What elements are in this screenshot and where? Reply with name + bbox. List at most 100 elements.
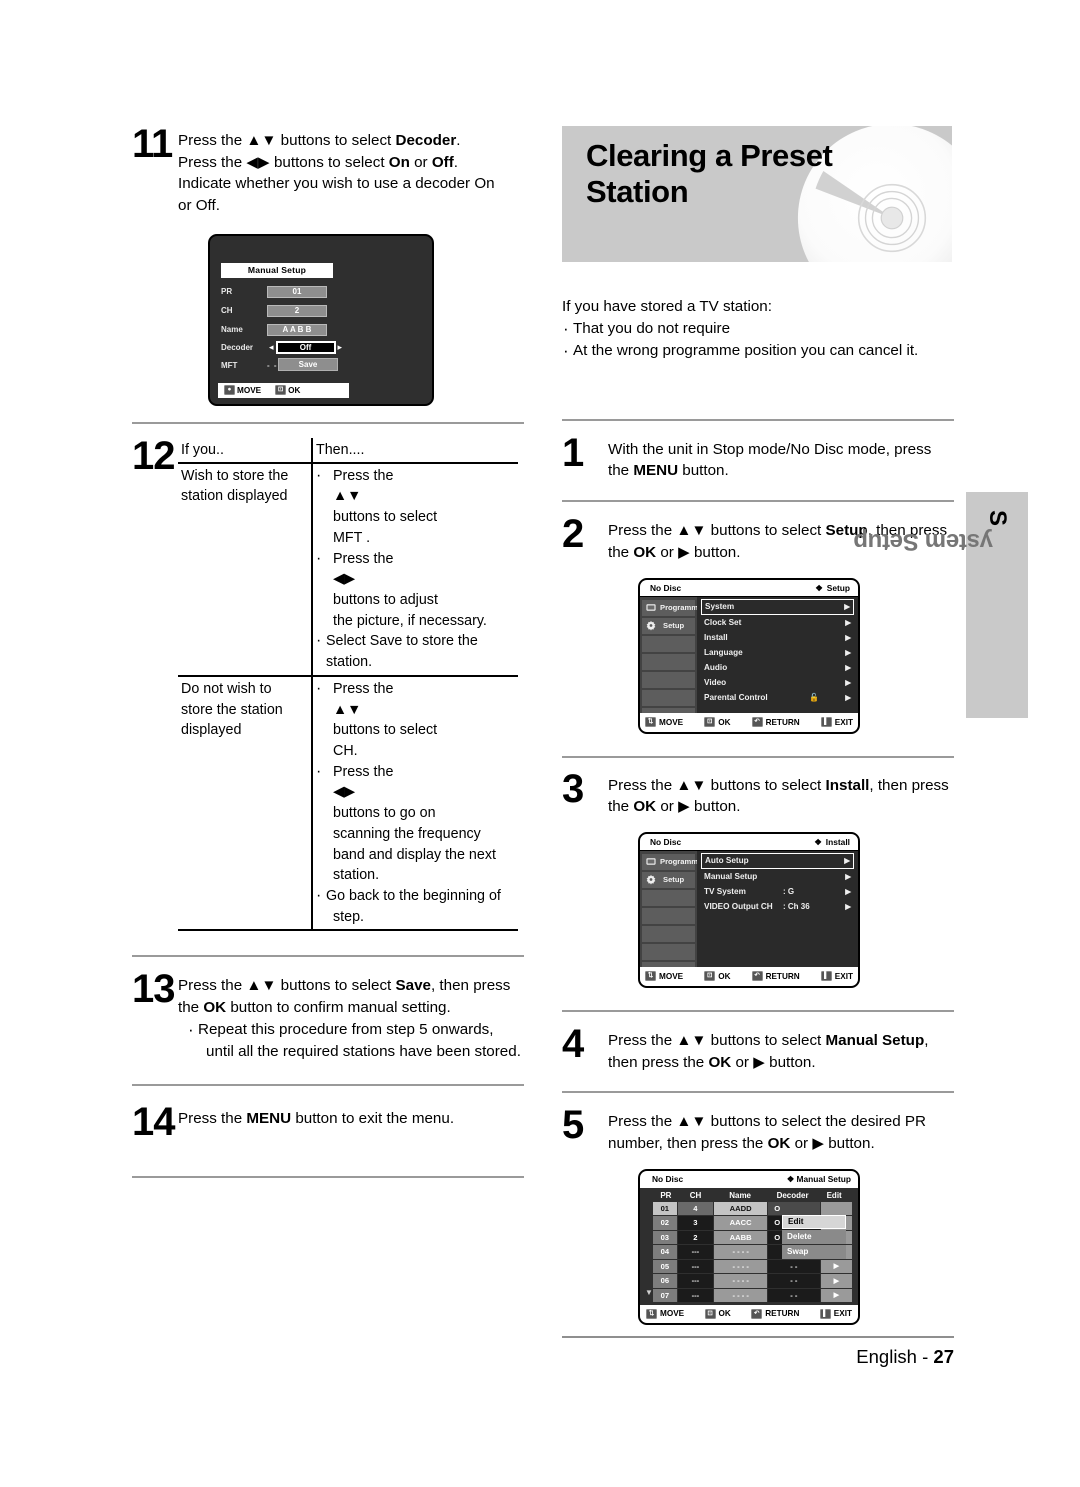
chevron-right-icon: ▶ bbox=[845, 647, 851, 657]
osd-sidebar: Programme Setup bbox=[640, 850, 702, 978]
menu-item-tv-system[interactable]: TV System : G ▶ bbox=[701, 884, 854, 899]
menu-item-auto-setup[interactable]: Auto Setup ▶ bbox=[701, 852, 854, 869]
sidebar-item-blank bbox=[642, 889, 695, 906]
step-11-line-1: Press the ▲▼ buttons to select Decoder. bbox=[178, 132, 461, 149]
updown-icon: ⇅ bbox=[645, 717, 656, 727]
osd-footer-ok: ⊡ OK bbox=[275, 385, 300, 396]
sidebar-item-setup[interactable]: Setup bbox=[642, 871, 695, 888]
sidebar-item-blank bbox=[642, 907, 695, 924]
sidebar-item-programme[interactable]: Programme bbox=[642, 853, 702, 870]
step-12-table: If you.. Then.... Wish to store the stat… bbox=[178, 437, 518, 932]
osd-status: No Disc bbox=[650, 836, 682, 847]
intro-text: If you have stored a TV station: That yo… bbox=[562, 296, 954, 364]
menu-item-language[interactable]: Language ▶ bbox=[701, 645, 854, 660]
context-menu-item-delete[interactable]: Delete bbox=[782, 1229, 846, 1244]
table-row[interactable]: 05 --- - - - - - - ▶ bbox=[653, 1259, 853, 1274]
chevron-right-icon: ▶ bbox=[845, 692, 851, 702]
leftright-arrows-icon: ◀▶ bbox=[333, 571, 355, 588]
osd-top-bar: No Disc ❖ Manual Setup bbox=[640, 1170, 858, 1188]
table-cell-then: Press the ▲▼ buttons to selectCH. Press … bbox=[312, 675, 518, 932]
table-row: Wish to store the station displayed Pres… bbox=[178, 462, 518, 677]
table-cell-then: Press the ▲▼ buttons to selectMFT . Pres… bbox=[312, 462, 518, 677]
osd-row-ch-value: 2 bbox=[267, 304, 327, 317]
osd-top-bar: No Disc ❖ Setup bbox=[640, 579, 858, 597]
menu-item-audio[interactable]: Audio ▶ bbox=[701, 660, 854, 675]
edit-context-menu: Edit Delete Swap bbox=[782, 1214, 846, 1259]
sidebar-item-programme[interactable]: Programme bbox=[642, 599, 702, 616]
manual-setup-table-osd: No Disc ❖ Manual Setup PR CH Name Decode… bbox=[638, 1168, 860, 1325]
menu-item-parental-control[interactable]: Parental Control 🔓 ▶ bbox=[701, 690, 854, 705]
page-title-line-2: Station bbox=[586, 173, 689, 209]
list-item: Go back to the beginning ofstep. bbox=[316, 884, 514, 927]
menu-item-video[interactable]: Video ▶ bbox=[701, 675, 854, 690]
step-11-number: 11 bbox=[132, 122, 173, 166]
list-item: Select Save to store the station. bbox=[316, 629, 514, 672]
step-3: 3 Press the ▲▼ buttons to select Install… bbox=[562, 768, 954, 818]
right-arrow-icon: ▶ bbox=[753, 1053, 765, 1071]
leftright-arrows-icon: ◀▶ bbox=[246, 153, 270, 171]
step-5: 5 Press the ▲▼ buttons to select the des… bbox=[562, 1103, 954, 1154]
osd-body: Programme Setup bbox=[640, 850, 858, 978]
tv-icon bbox=[646, 858, 656, 866]
page-footer: English - 27 bbox=[562, 1336, 954, 1368]
osd-footer: ⇅ MOVE ⊡ OK ↶ RETURN ▌ EXIT bbox=[640, 1304, 858, 1323]
setup-menu-osd: No Disc ❖ Setup Programme Setup System ▶… bbox=[638, 577, 860, 734]
context-menu-item-swap[interactable]: Swap bbox=[782, 1244, 846, 1259]
table-row[interactable]: 06 --- - - - - - - ▶ bbox=[653, 1274, 853, 1288]
chevron-right-icon: ▶ bbox=[845, 871, 851, 881]
step-1-text: With the unit in Stop mode/No Disc mode,… bbox=[608, 435, 954, 482]
osd-body: Programme Setup bbox=[640, 596, 858, 724]
menu-item-manual-setup[interactable]: Manual Setup ▶ bbox=[701, 869, 854, 884]
osd-footer-ok: ⊡ OK bbox=[704, 1308, 731, 1319]
osd-title: Manual Setup bbox=[221, 262, 333, 278]
divider-after-step-14 bbox=[132, 1175, 524, 1178]
step-1-number: 1 bbox=[562, 430, 584, 475]
osd-footer-return: ↶ RETURN bbox=[751, 1308, 799, 1319]
divider-after-step-2 bbox=[562, 755, 954, 758]
column-header-edit: Edit bbox=[826, 1190, 842, 1200]
menu-item-clock-set[interactable]: Clock Set ▶ bbox=[701, 615, 854, 630]
osd-footer: ● MOVE ⊡ OK bbox=[218, 382, 349, 398]
table-cell-if: Do not wish to store the station display… bbox=[178, 675, 313, 932]
updown-arrows-icon: ▲▼ bbox=[676, 1031, 707, 1049]
osd-status: No Disc bbox=[652, 1174, 684, 1185]
ok-key-icon: ⊡ bbox=[704, 971, 716, 982]
menu-item-install[interactable]: Install ▶ bbox=[701, 630, 854, 645]
menu-item-video-output-ch[interactable]: VIDEO Output CH : Ch 36 ▶ bbox=[701, 899, 854, 914]
step-3-text: Press the ▲▼ buttons to select Install, … bbox=[608, 771, 954, 818]
chevron-right-icon: ▶ bbox=[845, 617, 851, 627]
menu-marker-icon: ❖ bbox=[814, 836, 822, 847]
osd-row-name-label: Name bbox=[221, 325, 243, 335]
footer-divider bbox=[562, 1336, 954, 1338]
manual-page: 11 Press the ▲▼ buttons to select Decode… bbox=[0, 0, 1080, 1487]
section-banner: Clearing a Preset Station bbox=[562, 126, 952, 262]
osd-row-pr: PR 01 bbox=[221, 285, 327, 299]
menu-item-system[interactable]: System ▶ bbox=[701, 598, 854, 615]
step-13-text: Press the ▲▼ buttons to select Save, the… bbox=[178, 971, 524, 1062]
table-row[interactable]: 01 4 AADD O bbox=[653, 1201, 852, 1216]
osd-title-group: ❖ Install bbox=[814, 837, 850, 847]
osd-footer-move: ⇅ MOVE bbox=[646, 1308, 684, 1319]
table-row[interactable]: 07 --- - - - - - - ▶ bbox=[653, 1288, 853, 1302]
section-side-tab: System Setup bbox=[854, 492, 1028, 718]
step-14-number: 14 bbox=[132, 1100, 176, 1145]
column-header-pr: PR bbox=[660, 1190, 672, 1200]
return-icon: ↶ bbox=[751, 1308, 763, 1319]
step-14-text: Press the MENU button to exit the menu. bbox=[178, 1104, 524, 1130]
osd-footer-return: ↶ RETURN bbox=[751, 971, 800, 982]
osd-save-button[interactable]: Save bbox=[278, 357, 338, 371]
exit-icon: ▌ bbox=[819, 1308, 831, 1319]
side-tab-rest: ystem Setup bbox=[853, 528, 993, 555]
updown-arrows-icon: ▲▼ bbox=[246, 977, 277, 995]
dpad-icon: ● bbox=[224, 385, 235, 396]
scroll-down-indicator[interactable]: ▼ bbox=[645, 1288, 653, 1297]
right-arrow-icon: ▸ bbox=[337, 342, 343, 353]
sidebar-item-setup[interactable]: Setup bbox=[642, 617, 695, 634]
step-5-number: 5 bbox=[562, 1103, 584, 1148]
osd-row-decoder: Decoder ◂ Off ▸ bbox=[214, 341, 344, 355]
right-arrow-icon: ▶ bbox=[678, 798, 690, 816]
context-menu-item-edit[interactable]: Edit bbox=[782, 1214, 846, 1229]
step-4-text: Press the ▲▼ buttons to select Manual Se… bbox=[608, 1026, 954, 1073]
osd-menu-list: System ▶ Clock Set ▶ Install ▶ Language … bbox=[697, 596, 858, 715]
exit-icon: ▌ bbox=[820, 971, 832, 982]
